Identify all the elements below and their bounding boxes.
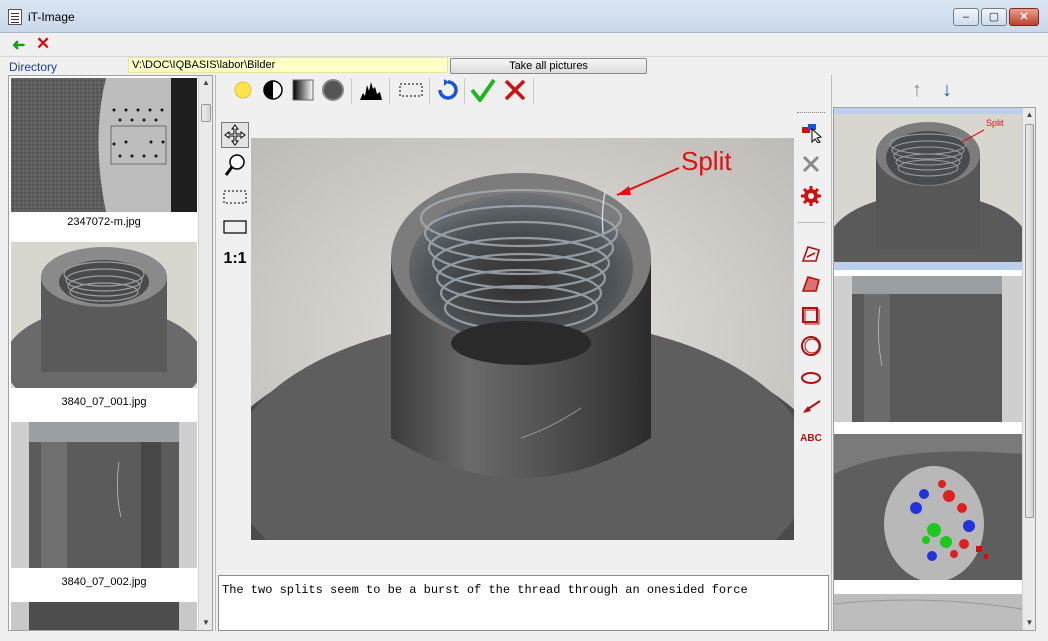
annotation-cursor-icon[interactable] <box>799 120 823 144</box>
text-tool-icon[interactable]: ABC <box>799 426 823 450</box>
brightness-icon[interactable] <box>229 76 257 104</box>
freehand-draw-icon[interactable] <box>799 242 823 266</box>
scroll-thumb[interactable] <box>201 104 211 122</box>
maximize-button[interactable]: ▢ <box>981 8 1007 26</box>
take-all-pictures-button[interactable]: Take all pictures <box>450 58 647 74</box>
polygon-draw-icon[interactable] <box>799 272 823 296</box>
rectangle-draw-icon[interactable] <box>799 304 823 328</box>
scroll-thumb[interactable] <box>1025 124 1034 518</box>
split-annotation-label[interactable]: Split <box>681 146 732 177</box>
scroll-up-icon[interactable]: ▲ <box>199 76 212 90</box>
main-image-view[interactable]: Split <box>251 138 794 540</box>
cancel-icon[interactable]: ✕ <box>36 34 50 54</box>
thumbnail-label: 3840_07_001.jpg <box>61 396 147 408</box>
selected-thumbnail-image[interactable] <box>834 276 1022 422</box>
title-bar <box>0 0 1048 33</box>
selected-pictures-list[interactable]: Split ▲ ▼ <box>833 107 1036 631</box>
histogram-icon[interactable] <box>357 76 385 104</box>
contrast-icon[interactable] <box>259 76 287 104</box>
ellipse-draw-icon[interactable] <box>799 366 823 390</box>
scroll-down-icon[interactable]: ▼ <box>199 616 212 630</box>
select-area-icon[interactable] <box>397 76 425 104</box>
move-pan-icon[interactable] <box>221 122 249 148</box>
directory-path-field[interactable]: V:\DOC\IQBASIS\labor\Bilder <box>128 57 448 73</box>
thumbnail-scrollbar[interactable]: ▲ ▼ <box>198 76 212 630</box>
selected-thumbnail-image[interactable] <box>834 594 1023 630</box>
thumbnail-label: 2347072-m.jpg <box>67 216 141 228</box>
move-down-arrow-icon[interactable]: ↓ <box>942 79 952 102</box>
scroll-down-icon[interactable]: ▼ <box>1023 616 1035 630</box>
selected-thumbnail-image[interactable] <box>834 434 1022 582</box>
thumb-split-label: Split <box>986 118 1004 128</box>
move-up-arrow-icon[interactable]: ↑ <box>912 79 922 102</box>
close-button[interactable]: ✕ <box>1009 8 1039 26</box>
arrow-draw-icon[interactable] <box>799 396 823 420</box>
zoom-magnifier-icon[interactable] <box>221 152 249 178</box>
settings-gear-icon[interactable] <box>799 184 823 208</box>
directory-label: Directory <box>9 60 58 74</box>
apply-check-icon[interactable] <box>469 76 497 104</box>
selected-thumbnail-image[interactable]: Split <box>834 114 1028 294</box>
fit-window-icon[interactable] <box>221 214 249 240</box>
minimize-button[interactable]: – <box>953 8 979 26</box>
thumbnail-image[interactable] <box>11 422 197 568</box>
back-arrow-icon[interactable]: ➜ <box>12 35 25 55</box>
main-toolbar <box>0 33 1048 57</box>
circle-draw-icon[interactable] <box>799 334 823 358</box>
thumbnail-image[interactable] <box>11 78 197 212</box>
comment-textarea[interactable]: The two splits seem to be a burst of the… <box>218 575 829 631</box>
delete-annotation-icon[interactable] <box>799 152 823 176</box>
window-title: iT-Image <box>28 10 75 24</box>
saturation-icon[interactable] <box>319 76 347 104</box>
thumbnail-list[interactable]: 2347072-m.jpg 3840_07_001.jpg 3840_07_00… <box>8 75 213 631</box>
thumbnail-label: 3840_07_002.jpg <box>61 576 147 588</box>
thumbnail-image[interactable] <box>11 602 197 630</box>
discard-x-icon[interactable] <box>501 76 529 104</box>
gradient-icon[interactable] <box>289 76 317 104</box>
scroll-up-icon[interactable]: ▲ <box>1023 108 1035 122</box>
app-icon <box>8 9 22 25</box>
select-rect-icon[interactable] <box>221 184 249 210</box>
image-toolbar <box>219 76 829 106</box>
selected-list-scrollbar[interactable]: ▲ ▼ <box>1022 108 1035 630</box>
rotate-icon[interactable] <box>434 76 462 104</box>
actual-size-button[interactable]: 1:1 <box>221 246 249 272</box>
thumbnail-image[interactable] <box>9 242 204 417</box>
